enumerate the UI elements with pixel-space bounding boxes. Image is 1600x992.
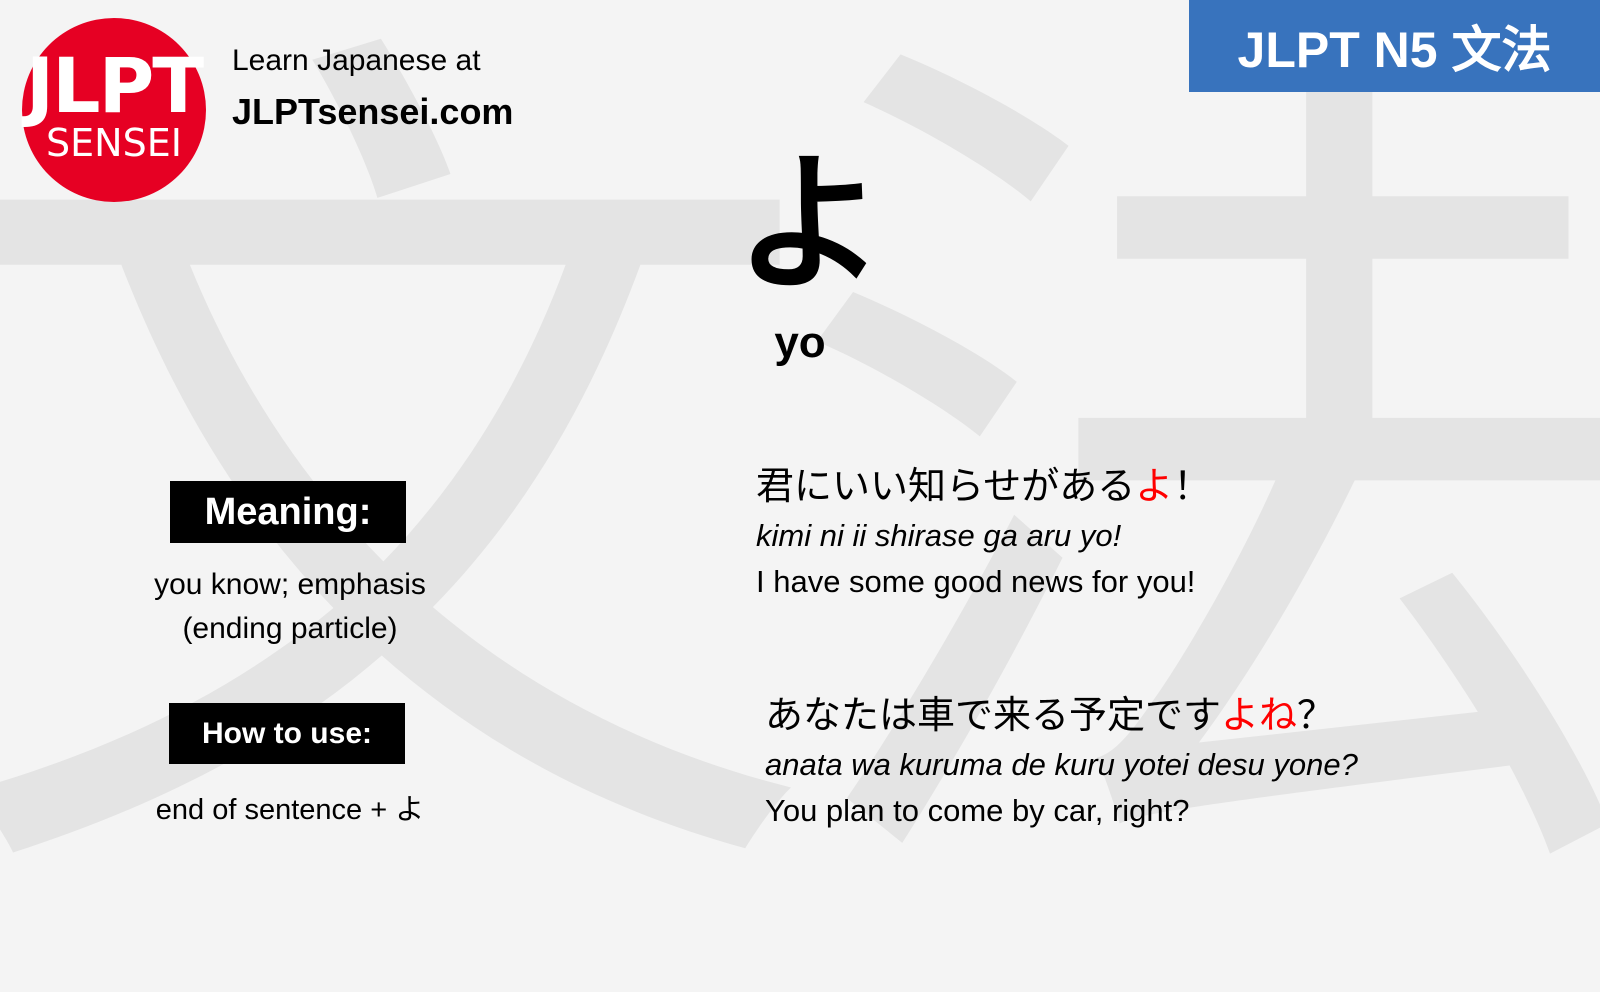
level-badge: JLPT N5 文法: [1189, 0, 1600, 92]
tagline: Learn Japanese at: [232, 44, 481, 77]
example-jp-highlight: よ: [1135, 464, 1174, 508]
example-jp-text: あなたは車で来る予定です: [765, 693, 1222, 737]
meaning-text: you know; emphasis (ending particle): [130, 563, 450, 651]
how-to-use-label: How to use:: [169, 703, 405, 764]
example-romaji: kimi ni ii shirase ga aru yo!: [756, 517, 1122, 553]
site-link[interactable]: JLPTsensei.com: [232, 91, 513, 133]
how-to-use-text: end of sentence + よ: [155, 794, 425, 826]
example-english: I have some good news for you!: [756, 563, 1196, 599]
grammar-point-kana: よ: [734, 138, 885, 312]
example-jp-punct: ！: [1173, 464, 1212, 508]
meaning-line: (ending particle): [182, 612, 398, 645]
example-romaji: anata wa kuruma de kuru yotei desu yone?: [765, 746, 1358, 782]
example-jp-text: 君にいい知らせがある: [756, 464, 1136, 508]
logo-text-top: JLPT: [25, 41, 204, 130]
example-jp-punct: ？: [1297, 693, 1336, 737]
example-english: You plan to come by car, right?: [765, 792, 1190, 828]
logo-text-bottom: SENSEI: [46, 121, 182, 165]
meaning-label: Meaning:: [170, 481, 406, 543]
example-jp-highlight: よね: [1221, 693, 1298, 737]
meaning-line: you know; emphasis: [154, 568, 426, 601]
example-sentence: あなたは車で来る予定ですよね？ anata wa kuruma de kuru …: [765, 693, 1358, 829]
example-japanese: あなたは車で来る予定ですよね？: [765, 693, 1358, 737]
example-japanese: 君にいい知らせがあるよ！: [756, 464, 1212, 508]
example-sentence: 君にいい知らせがあるよ！ kimi ni ii shirase ga aru y…: [756, 464, 1212, 600]
jlpt-sensei-logo[interactable]: JLPT SENSEI: [22, 18, 206, 202]
grammar-point-romaji: yo: [774, 318, 826, 367]
